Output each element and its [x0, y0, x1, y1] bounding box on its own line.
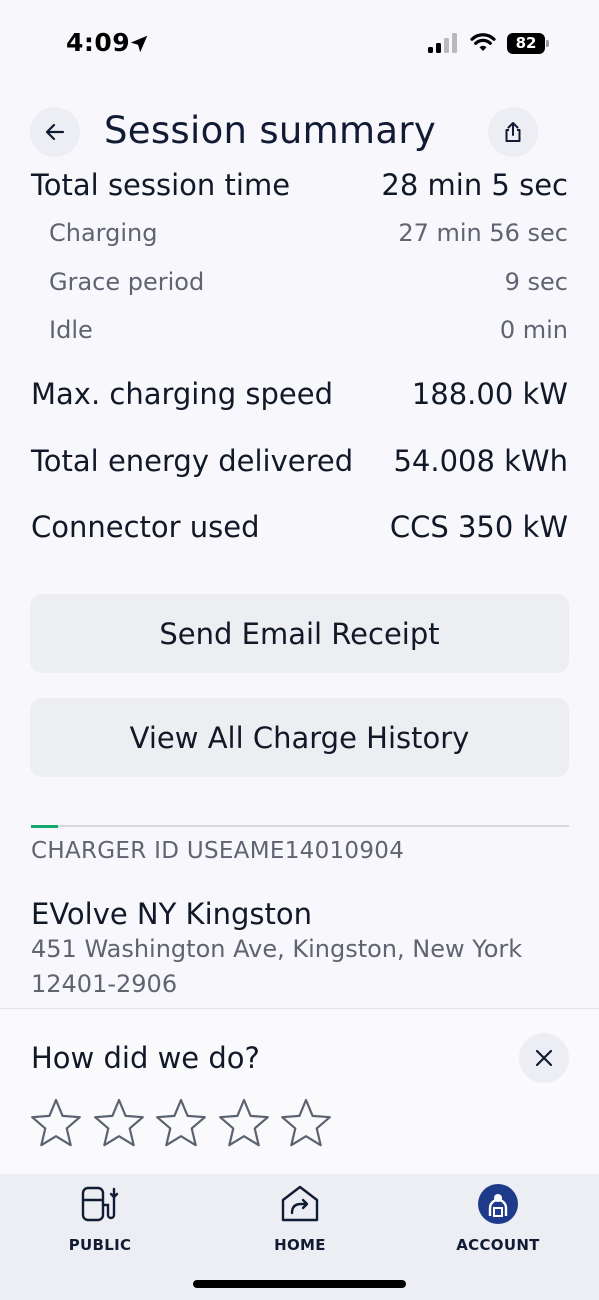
- account-icon: [478, 1184, 518, 1224]
- charging-label: Charging: [49, 219, 158, 247]
- close-icon: [535, 1049, 553, 1067]
- total-session-time-row: Total session time 28 min 5 sec: [31, 167, 568, 203]
- tab-public-label: PUBLIC: [68, 1236, 132, 1254]
- status-time: 4:09: [66, 28, 131, 57]
- rating-question: How did we do?: [31, 1041, 260, 1075]
- tab-account[interactable]: ACCOUNT: [438, 1182, 558, 1254]
- charging-station-icon: [81, 1186, 119, 1222]
- tab-bar: PUBLIC HOME ACCOUNT: [0, 1174, 599, 1300]
- divider-accent: [31, 825, 58, 828]
- total-session-time-label: Total session time: [31, 168, 291, 202]
- energy-delivered-value: 54.008 kWh: [393, 444, 568, 478]
- connector-used-row: Connector used CCS 350 kW: [31, 508, 568, 546]
- grace-period-row: Grace period 9 sec: [49, 266, 568, 298]
- home-indicator[interactable]: [193, 1280, 406, 1288]
- location-arrow-icon: [130, 35, 148, 53]
- back-button[interactable]: [30, 107, 80, 157]
- tab-account-label: ACCOUNT: [456, 1236, 540, 1254]
- battery-icon: 82: [507, 33, 549, 54]
- max-charging-speed-row: Max. charging speed 188.00 kW: [31, 375, 568, 413]
- star-3-icon[interactable]: [155, 1097, 207, 1149]
- energy-delivered-label: Total energy delivered: [31, 444, 354, 478]
- status-bar: 4:09 82: [0, 0, 599, 90]
- session-summary-screen: 4:09 82 Session summary Total session ti…: [0, 0, 599, 1300]
- share-button[interactable]: [488, 107, 538, 157]
- idle-value: 0 min: [499, 316, 568, 344]
- page-title: Session summary: [104, 109, 437, 152]
- tab-public[interactable]: PUBLIC: [40, 1182, 160, 1254]
- connector-used-label: Connector used: [31, 510, 260, 544]
- idle-row: Idle 0 min: [49, 314, 568, 346]
- home-charger-icon: [281, 1185, 319, 1222]
- close-rating-button[interactable]: [519, 1033, 569, 1083]
- star-1-icon[interactable]: [30, 1097, 82, 1149]
- charger-id: CHARGER ID USEAME14010904: [31, 838, 405, 864]
- battery-level: 82: [507, 33, 545, 54]
- connector-used-value: CCS 350 kW: [389, 510, 568, 544]
- star-2-icon[interactable]: [93, 1097, 145, 1149]
- charging-row: Charging 27 min 56 sec: [49, 219, 568, 247]
- location-address: 451 Washington Ave, Kingston, New York 1…: [31, 935, 523, 998]
- tab-home[interactable]: HOME: [240, 1182, 360, 1254]
- star-rating: [30, 1097, 343, 1149]
- grace-period-value: 9 sec: [504, 268, 568, 296]
- max-charging-speed-value: 188.00 kW: [411, 377, 568, 411]
- location-name: EVolve NY Kingston: [31, 897, 313, 931]
- share-icon: [505, 122, 521, 142]
- max-charging-speed-label: Max. charging speed: [31, 377, 333, 411]
- summary-content[interactable]: Total session time 28 min 5 sec Charging…: [0, 167, 599, 1010]
- header: Session summary: [0, 105, 599, 167]
- send-email-receipt-button[interactable]: Send Email Receipt: [30, 594, 569, 673]
- energy-delivered-row: Total energy delivered 54.008 kWh: [31, 442, 568, 480]
- wifi-icon: [470, 33, 496, 51]
- divider: [31, 825, 569, 827]
- cellular-signal-icon: [428, 33, 460, 53]
- total-session-time-value: 28 min 5 sec: [381, 168, 568, 202]
- charging-value: 27 min 56 sec: [398, 219, 568, 247]
- view-charge-history-button[interactable]: View All Charge History: [30, 698, 569, 777]
- tab-home-label: HOME: [274, 1236, 326, 1254]
- star-4-icon[interactable]: [218, 1097, 270, 1149]
- idle-label: Idle: [49, 316, 93, 344]
- rating-sheet: How did we do?: [0, 1008, 599, 1174]
- star-5-icon[interactable]: [280, 1097, 332, 1149]
- grace-period-label: Grace period: [49, 268, 205, 296]
- arrow-left-icon: [45, 123, 65, 141]
